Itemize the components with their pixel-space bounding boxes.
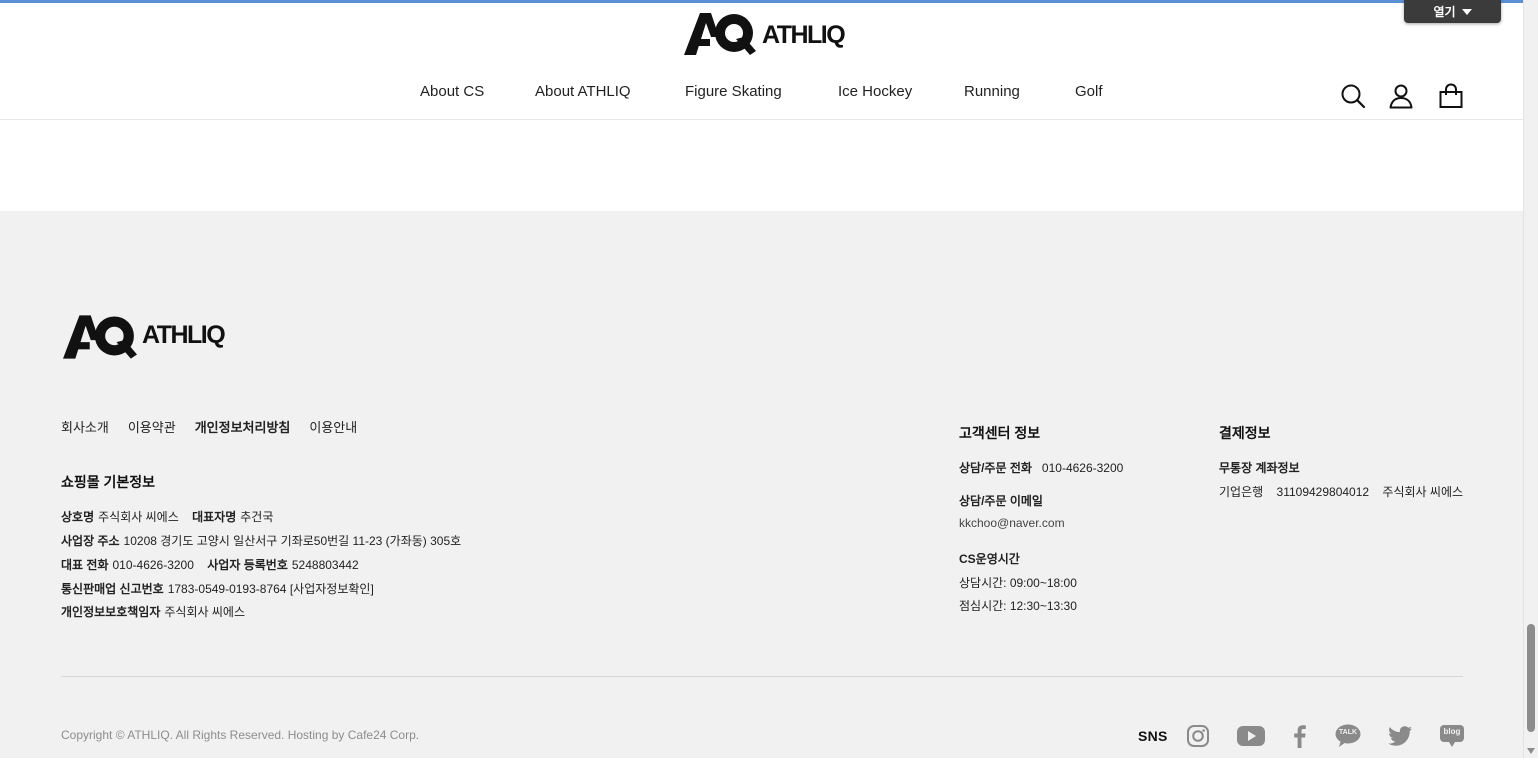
address-value: 10208 경기도 고양시 일산서구 기좌로50번길 11-23 (가좌동) 3… (123, 534, 462, 548)
payment-account-row: 기업은행 31109429804012 주식회사 씨에스 (1219, 483, 1463, 500)
cs-info-title: 고객센터 정보 (959, 425, 1041, 441)
footer-divider (61, 676, 1463, 677)
bank-name: 기업은행 (1219, 485, 1264, 499)
bizinfo-link[interactable]: [사업자정보확인] (290, 582, 374, 596)
facebook-icon[interactable] (1288, 723, 1312, 749)
cs-email-label: 상담/주문 이메일 (959, 494, 1043, 508)
open-toggle-button[interactable]: 열기 (1404, 0, 1501, 23)
shop-info-privacy-row: 개인정보보호책임자 주식회사 씨에스 (61, 603, 245, 620)
cs-hours-title-row: CS운영시간 (959, 550, 1024, 567)
twitter-icon[interactable] (1386, 723, 1414, 749)
footer-link-terms[interactable]: 이용약관 (128, 417, 176, 436)
cs-hours-title: CS운영시간 (959, 552, 1020, 566)
ceo-label: 대표자명 (192, 510, 237, 524)
footer-link-privacy[interactable]: 개인정보처리방침 (195, 417, 291, 436)
cs-phone-label: 상담/주문 전화 (959, 461, 1032, 475)
aq-logo-mark-icon (684, 13, 756, 55)
privacy-officer-label: 개인정보보호책임자 (61, 605, 161, 619)
copyright-text: Copyright © ATHLIQ. All Rights Reserved.… (61, 728, 420, 742)
caret-down-icon (1461, 8, 1472, 15)
nav-item-ice-hockey[interactable]: Ice Hockey (838, 83, 912, 100)
cs-phone-value: 010-4626-3200 (1041, 461, 1124, 475)
cs-hours-lunch: 점심시간: 12:30~13:30 (959, 599, 1077, 613)
kakaotalk-icon[interactable]: TALK (1334, 723, 1362, 749)
scrollbar-thumb[interactable] (1527, 624, 1535, 732)
instagram-icon[interactable] (1184, 723, 1212, 749)
user-icon[interactable] (1388, 83, 1414, 109)
site-header: ATHLIQ About CS About ATHLIQ Figure Skat… (0, 3, 1524, 120)
aq-logo-mark-icon (63, 315, 137, 359)
shopping-bag-icon[interactable] (1438, 83, 1464, 109)
bizno-label: 사업자 등록번호 (207, 558, 288, 572)
shop-info-ecommerce-row: 통신판매업 신고번호 1783-0549-0193-8764 [사업자정보확인] (61, 580, 374, 597)
ceo-value: 추건국 (240, 510, 274, 524)
company-label: 상호명 (61, 510, 95, 524)
ecommerce-label: 통신판매업 신고번호 (61, 582, 164, 596)
footer-link-guide[interactable]: 이용안내 (309, 417, 357, 436)
scroll-down-arrow-icon[interactable] (1527, 748, 1535, 754)
cs-phone-row: 상담/주문 전화 010-4626-3200 (959, 459, 1123, 476)
footer-link-company[interactable]: 회사소개 (61, 417, 109, 436)
nav-item-about-cs[interactable]: About CS (420, 83, 484, 100)
youtube-icon[interactable] (1236, 723, 1266, 749)
kakaotalk-icon-text: TALK (1338, 729, 1358, 736)
site-footer: ATHLIQ 회사소개 이용약관 개인정보처리방침 이용안내 쇼핑몰 기본정보 … (0, 211, 1524, 758)
cs-email-value[interactable]: kkchoo@naver.com (959, 516, 1065, 530)
nav-item-figure-skating[interactable]: Figure Skating (685, 83, 782, 100)
footer-brand-name: ATHLIQ (142, 320, 226, 349)
cs-email-label-row: 상담/주문 이메일 (959, 492, 1047, 509)
blog-icon[interactable]: blog (1438, 723, 1466, 749)
payment-account-title: 무통장 계좌정보 (1219, 461, 1300, 475)
footer-logo[interactable]: ATHLIQ (63, 311, 226, 363)
blog-icon-text: blog (1443, 727, 1461, 736)
address-label: 사업장 주소 (61, 534, 120, 548)
main-nav: About CS About ATHLIQ Figure Skating Ice… (0, 83, 1524, 107)
search-icon[interactable] (1340, 83, 1366, 109)
footer-links: 회사소개 이용약관 개인정보처리방침 이용안내 (61, 417, 357, 436)
nav-item-running[interactable]: Running (964, 83, 1020, 100)
shop-info-company-row: 상호명 주식회사 씨에스 대표자명 추건국 (61, 508, 273, 525)
ecommerce-value: 1783-0549-0193-8764 (167, 582, 287, 596)
shop-info-title: 쇼핑몰 기본정보 (61, 474, 156, 490)
cs-hours-consult: 상담시간: 09:00~18:00 (959, 576, 1077, 590)
account-number: 31109429804012 (1276, 485, 1370, 499)
header-logo[interactable]: ATHLIQ (684, 9, 846, 59)
main-phone-value: 010-4626-3200 (112, 558, 194, 572)
payment-account-title-row: 무통장 계좌정보 (1219, 459, 1304, 476)
shop-info-address-row: 사업장 주소 10208 경기도 고양시 일산서구 기좌로50번길 11-23 (… (61, 532, 461, 549)
sns-label: SNS (1138, 728, 1168, 744)
main-phone-label: 대표 전화 (61, 558, 109, 572)
shop-info-phone-row: 대표 전화 010-4626-3200 사업자 등록번호 5248803442 (61, 556, 359, 573)
bizno-value: 5248803442 (291, 558, 359, 572)
account-holder: 주식회사 씨에스 (1382, 485, 1464, 499)
nav-item-golf[interactable]: Golf (1075, 83, 1103, 100)
privacy-officer-value: 주식회사 씨에스 (164, 605, 245, 619)
nav-item-about-athliq[interactable]: About ATHLIQ (535, 83, 631, 100)
header-brand-name: ATHLIQ (762, 20, 846, 49)
page-scrollbar[interactable] (1523, 0, 1538, 758)
open-toggle-label: 열기 (1433, 5, 1456, 19)
company-value: 주식회사 씨에스 (98, 510, 179, 524)
payment-info-title: 결제정보 (1219, 425, 1271, 441)
